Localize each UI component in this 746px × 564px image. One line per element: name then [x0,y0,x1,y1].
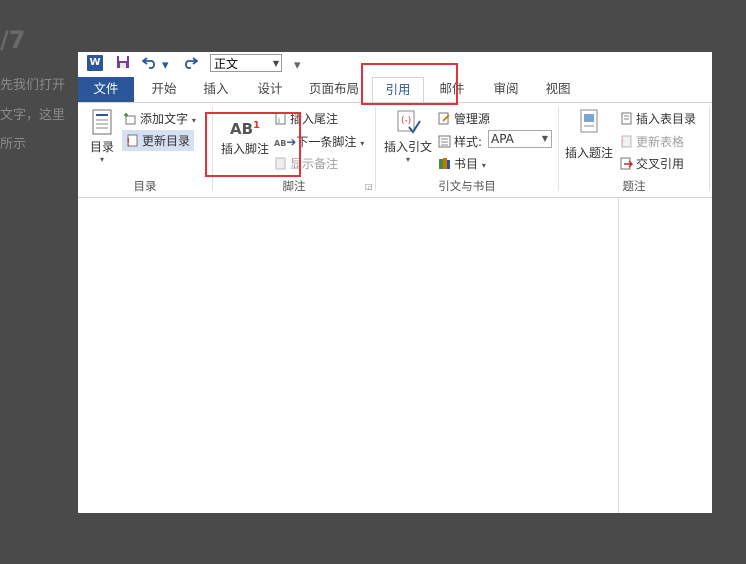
toc-button-label: 目录 [89,140,114,154]
insert-table-of-figures-label: 插入表目录 [636,112,697,126]
update-table-label: 更新表格 [636,135,685,149]
tab-file[interactable]: 文件 [78,77,134,102]
background-number: /7 [0,26,26,54]
group-label-footnotes: 脚注 [282,179,306,193]
page-margin-line [618,198,619,513]
bibliography-icon [438,157,451,170]
insert-citation-icon: (-) [397,110,421,134]
update-table-icon: ! [620,135,633,150]
style-selector-value: 正文 [214,57,239,71]
chevron-down-icon: ▾ [481,161,486,170]
save-icon[interactable] [116,55,130,73]
toc-icon [92,109,112,135]
tab-page-layout[interactable]: 页面布局 [304,77,364,102]
chevron-down-icon: ▾ [360,139,365,148]
bibliography-label: 书目 [454,157,479,171]
group-label-citations: 引文与书目 [438,179,496,193]
svg-text:(-): (-) [401,116,411,126]
insert-caption-icon [580,109,598,133]
tab-view[interactable]: 视图 [536,77,580,102]
word-app-icon[interactable]: W [87,55,103,71]
insert-caption-label: 插入题注 [564,146,613,160]
add-text-button[interactable]: 添加文字 ▾ [124,110,196,127]
highlight-insert-footnote [205,112,301,177]
chevron-down-icon: ▼ [272,59,279,68]
chevron-down-icon: ▾ [191,116,196,125]
manage-sources-label: 管理源 [454,112,491,126]
cross-reference-button[interactable]: 交叉引用 [620,155,684,172]
insert-citation-label: 插入引文 [383,140,432,154]
cross-reference-label: 交叉引用 [636,157,685,171]
undo-dropdown-icon[interactable]: ▾ [162,58,169,73]
undo-icon[interactable] [141,55,158,73]
tab-insert[interactable]: 插入 [194,77,238,102]
next-footnote-label: 下一条脚注 [296,135,357,149]
svg-text:!: ! [126,136,130,147]
tab-review[interactable]: 审阅 [484,77,528,102]
style-selector[interactable]: 正文 ▼ [210,54,282,72]
group-label-captions: 题注 [622,179,646,193]
svg-text:!: ! [620,137,624,148]
group-separator [709,107,710,191]
dialog-launcher-icon[interactable]: ◲ [365,182,373,191]
chevron-down-icon: ▾ [405,155,410,164]
citation-style-value: APA [491,132,514,146]
tab-design[interactable]: 设计 [248,77,292,102]
style-label: 样式: [454,135,483,149]
citation-style-row: 样式: [438,133,482,150]
background-text-line: 文字，这里 [0,108,66,123]
update-toc-button[interactable]: ! 更新目录 [122,130,195,151]
add-text-label: 添加文字 [140,112,189,126]
manage-sources-icon [438,112,451,125]
word-window: W ▾ 正文 ▼ ▾ 文件 开始 插入 设计 页面布局 引用 邮件 审阅 视图 [78,52,712,513]
toc-button[interactable]: 目录 ▾ [84,109,120,164]
update-table-button[interactable]: ! 更新表格 [620,133,684,150]
update-toc-label: 更新目录 [142,134,191,148]
background-text-line: 先我们打开 [0,78,66,93]
chevron-down-icon: ▾ [99,155,104,164]
style-icon [438,135,451,148]
cross-reference-icon [620,157,633,170]
chevron-down-icon: ▼ [541,134,548,143]
bibliography-button[interactable]: 书目 ▾ [438,155,486,172]
update-toc-icon: ! [126,134,139,149]
highlight-references-tab [361,63,458,105]
ribbon: 目录 ▾ 添加文字 ▾ ! 更新目录 目录 AB1 插入脚注 i 插入尾注 AB➔下… [78,102,712,198]
redo-icon[interactable] [182,55,199,73]
add-text-icon [124,112,137,125]
citation-style-select[interactable]: APA ▼ [488,130,552,148]
group-label-toc: 目录 [133,179,157,193]
tab-home[interactable]: 开始 [142,77,186,102]
insert-citation-button[interactable]: (-) 插入引文 ▾ [380,109,436,164]
customize-toolbar-icon[interactable]: ▾ [294,58,301,73]
background-text-line: 所示 [0,137,27,152]
table-of-figures-icon [620,112,633,125]
insert-table-of-figures-button[interactable]: 插入表目录 [620,110,696,127]
manage-sources-button[interactable]: 管理源 [438,110,490,127]
insert-caption-button[interactable]: 插入题注 [562,109,616,161]
document-canvas[interactable] [78,198,712,513]
